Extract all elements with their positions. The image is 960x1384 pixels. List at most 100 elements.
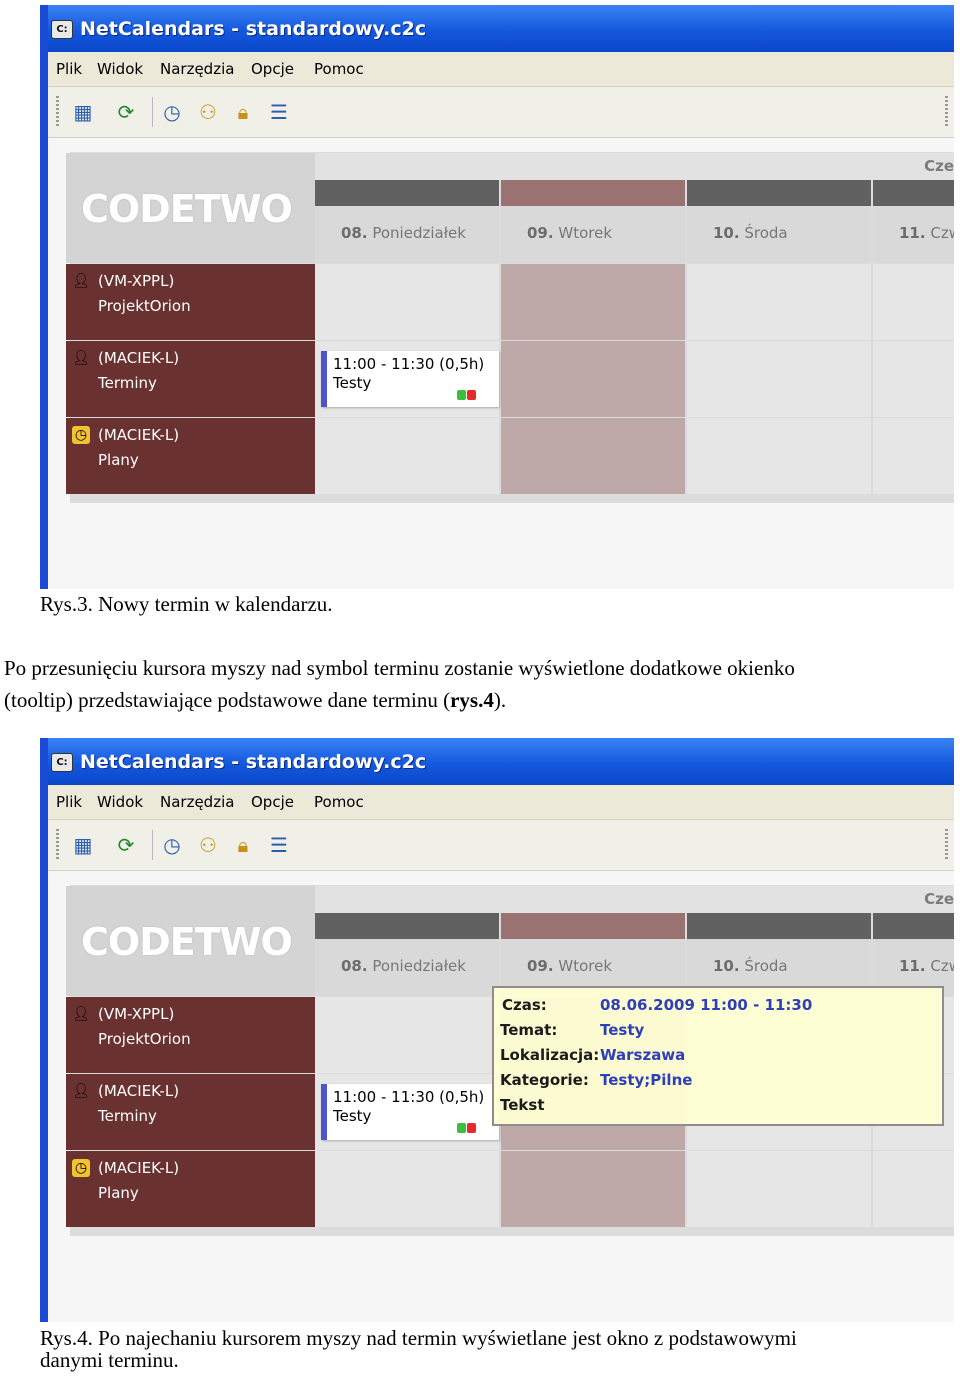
calendar-cell[interactable] [501, 341, 685, 417]
calendar-cell[interactable] [315, 1151, 499, 1227]
appointment[interactable]: 11:00 - 11:30 (0,5h) Testy [321, 1084, 499, 1140]
lock-icon[interactable]: 🔒︎ [230, 832, 256, 858]
toolbar-separator [152, 97, 153, 127]
day-header-bar [873, 180, 954, 206]
week-bar: Cze [315, 153, 954, 180]
paragraph-line: Po przesunięciu kursora myszy nad symbol… [4, 656, 795, 680]
app-icon: C: [51, 20, 73, 39]
toolbar-grip[interactable] [56, 96, 59, 128]
day-header-bar [687, 180, 871, 206]
calendar-cell[interactable] [687, 1151, 871, 1227]
day-label[interactable]: 08. Poniedziałek [315, 939, 499, 996]
list-icon[interactable]: ☰ [266, 832, 292, 858]
toolbar-grip[interactable] [56, 829, 59, 861]
users-icon[interactable]: ⚇ [195, 832, 221, 858]
menu-pomoc[interactable]: Pomoc [314, 793, 364, 811]
day-header-bar [687, 913, 871, 939]
menu-narzedzia[interactable]: Narzędzia [160, 793, 234, 811]
calendar-cell[interactable] [315, 418, 499, 494]
app-icon: C: [51, 753, 73, 772]
toolbar: ▦ ⟳ ◷ ⚇ 🔒︎ ☰ [48, 820, 954, 871]
refresh-icon[interactable]: ⟳ [113, 99, 139, 125]
body-paragraph: Po przesunięciu kursora myszy nad symbol… [4, 652, 954, 716]
calendar-cell[interactable] [873, 264, 954, 340]
calendar-cell[interactable] [873, 341, 954, 417]
row-owner: (VM-XPPL) [98, 1005, 175, 1023]
refresh-icon[interactable]: ⟳ [113, 832, 139, 858]
toolbar-grip-right[interactable] [945, 96, 948, 128]
row-owner: (MACIEK-L) [98, 349, 180, 367]
menu-plik[interactable]: Plik [56, 793, 82, 811]
menu-widok[interactable]: Widok [97, 60, 143, 78]
week-bar: Cze [315, 886, 954, 913]
window-title: NetCalendars - standardowy.c2c [80, 751, 427, 773]
day-header-bar-selected [501, 913, 685, 939]
row-owner: (MACIEK-L) [98, 426, 180, 444]
toolbar: ▦ ⟳ ◷ ⚇ 🔒︎ ☰ [48, 87, 954, 138]
menu-opcje[interactable]: Opcje [251, 60, 294, 78]
menu-plik[interactable]: Plik [56, 60, 82, 78]
calendar-cell[interactable] [687, 418, 871, 494]
menu-pomoc[interactable]: Pomoc [314, 60, 364, 78]
appointment[interactable]: 11:00 - 11:30 (0,5h) Testy [321, 351, 499, 407]
menu-widok[interactable]: Widok [97, 793, 143, 811]
screenshot-tooltip: C: NetCalendars - standardowy.c2c Plik W… [40, 738, 954, 1322]
toolbar-grip-right[interactable] [945, 829, 948, 861]
calendar-cell[interactable] [873, 1151, 954, 1227]
menu-narzedzia[interactable]: Narzędzia [160, 60, 234, 78]
clock-icon[interactable]: ◷ [159, 832, 185, 858]
figure-caption-3: Rys.3. Nowy termin w kalendarzu. [40, 592, 333, 616]
lock-icon[interactable]: 🔒︎ [230, 99, 256, 125]
day-label[interactable]: 08. Poniedziałek [315, 206, 499, 263]
calendar-cell[interactable] [687, 264, 871, 340]
month-label: Cze [924, 890, 954, 908]
menu-opcje[interactable]: Opcje [251, 793, 294, 811]
window-border [40, 5, 48, 589]
row-calendar: Terminy [98, 1107, 157, 1125]
title-bar: C: NetCalendars - standardowy.c2c [40, 5, 954, 52]
calendar-area: CODETWO Cze 08. Poniedziałek 09. Wtorek … [48, 138, 954, 589]
logo-panel: CODETWO [66, 153, 315, 263]
calendar-cell[interactable] [501, 1151, 685, 1227]
day-label[interactable]: 11. Czw [873, 206, 954, 263]
tooltip-key: Czas: [502, 996, 547, 1014]
title-bar: C: NetCalendars - standardowy.c2c [40, 738, 954, 785]
calendar-row-label[interactable]: 👤︎ (VM-XPPL) ProjektOrion [66, 997, 315, 1073]
window-border [40, 738, 48, 1322]
calendar-row-label[interactable]: 👤︎ (VM-XPPL) ProjektOrion [66, 264, 315, 340]
paragraph-line: (tooltip) przedstawiające podstawowe dan… [4, 684, 954, 716]
calendar-cell[interactable] [873, 418, 954, 494]
calendar-cell[interactable] [687, 341, 871, 417]
calendar-row-label[interactable]: ◷ (MACIEK-L) Plany [66, 1151, 315, 1227]
clock-icon[interactable]: ◷ [159, 99, 185, 125]
menu-bar: Plik Widok Narzędzia Opcje Pomoc [48, 785, 954, 820]
calendar-add-icon[interactable]: ▦ [70, 99, 96, 125]
paragraph-text: (tooltip) przedstawiające podstawowe dan… [4, 688, 451, 712]
calendar-row-label[interactable]: 👤︎ (MACIEK-L) Terminy [66, 341, 315, 417]
calendar-row-label[interactable]: ◷ (MACIEK-L) Plany [66, 418, 315, 494]
row-calendar: Plany [98, 1184, 139, 1202]
calendar-cell[interactable] [315, 264, 499, 340]
user-icon: 👤︎ [72, 273, 90, 289]
row-owner: (VM-XPPL) [98, 272, 175, 290]
day-label[interactable]: 09. Wtorek [501, 206, 685, 263]
appointment-subject: Testy [333, 374, 372, 392]
tooltip-value: Testy [600, 1021, 645, 1039]
tooltip-value: Testy;Pilne [600, 1071, 693, 1089]
calendar-cell[interactable] [501, 418, 685, 494]
day-header-bar [315, 913, 499, 939]
menu-bar: Plik Widok Narzędzia Opcje Pomoc [48, 52, 954, 87]
day-header-bar [873, 913, 954, 939]
tooltip-value: 08.06.2009 11:00 - 11:30 [600, 996, 813, 1014]
calendar-cell[interactable] [315, 997, 499, 1073]
row-calendar: ProjektOrion [98, 297, 191, 315]
screenshot-new-appointment: C: NetCalendars - standardowy.c2c Plik W… [40, 5, 954, 589]
list-icon[interactable]: ☰ [266, 99, 292, 125]
user-icon: 👤︎ [72, 1006, 90, 1022]
row-calendar: Terminy [98, 374, 157, 392]
day-label[interactable]: 10. Środa [687, 206, 871, 263]
users-icon[interactable]: ⚇ [195, 99, 221, 125]
calendar-cell[interactable] [501, 264, 685, 340]
calendar-row-label[interactable]: 👤︎ (MACIEK-L) Terminy [66, 1074, 315, 1150]
calendar-add-icon[interactable]: ▦ [70, 832, 96, 858]
